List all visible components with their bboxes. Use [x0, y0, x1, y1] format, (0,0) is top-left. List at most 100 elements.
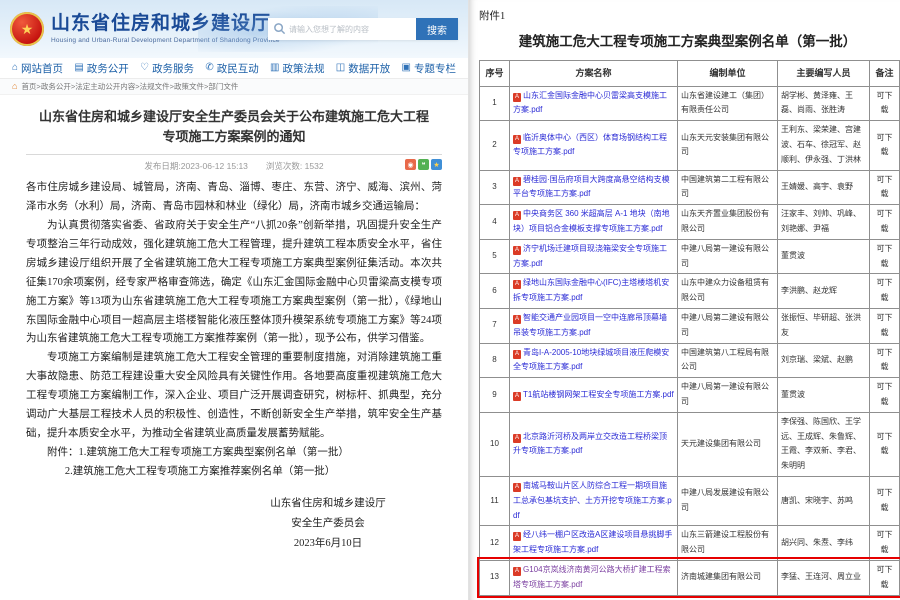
table-row: 9AT1航站楼钢网架工程安全专项施工方案.pdf中建八局第一建设有限公司董贯波可…	[480, 378, 900, 413]
row-number-cell: 8	[480, 343, 510, 378]
article-meta: 发布日期:2023-06-12 15:13浏览次数: 1532 ◉ ❝ ★	[26, 155, 442, 179]
row-number-cell: 3	[480, 170, 510, 205]
compiling-org-cell: 山东省建设建工（集团）有限责任公司	[678, 86, 778, 121]
views-count: 1532	[305, 161, 324, 171]
special-column-icon: ▣	[402, 63, 411, 73]
compiling-org-cell: 中建八局第二建设有限公司	[678, 309, 778, 344]
download-note-cell: 可下载	[870, 343, 900, 378]
table-row: 5A济宁机场迁建项目现浇箱梁安全专项施工方案.pdf中建八局第一建设有限公司董贯…	[480, 239, 900, 274]
plan-pdf-link[interactable]: 临沂奥体中心（西区）体育场钢结构工程专项施工方案.pdf	[513, 133, 667, 157]
plan-name-cell: A青岛I-A-2005-10地块绿城项目液压爬模安全专项施工方案.pdf	[510, 343, 678, 378]
download-note-cell: 可下载	[870, 205, 900, 240]
plan-pdf-link[interactable]: T1航站楼钢网架工程安全专项施工方案.pdf	[523, 390, 674, 399]
table-row: 6A绿地山东国际金融中心(IFC)主塔楼塔机安拆专项施工方案.pdf山东中建众力…	[480, 274, 900, 309]
pdf-file-icon: A	[513, 483, 521, 492]
signature-org-line1: 山东省住房和城乡建设厅	[258, 494, 398, 514]
plan-pdf-link[interactable]: 北京路沂河桥及两岸立交改造工程桥梁顶升专项施工方案.pdf	[513, 432, 667, 456]
table-row: 1A山东汇金国际金融中心贝雷梁高支模施工方案.pdf山东省建设建工（集团）有限责…	[480, 86, 900, 121]
table-row: 7A智能交通产业园项目一空中连廊吊顶幕墙吊装专项施工方案.pdf 中建八局第二建设…	[480, 309, 900, 344]
column-header-note: 备注	[870, 61, 900, 87]
download-note-cell: 可下载	[870, 309, 900, 344]
gov-services-icon: ♡	[140, 63, 149, 73]
pdf-file-icon: A	[513, 315, 521, 324]
authors-cell: 李保强、陈国欣、王学远、王成辉、朱鲁辉、王霞、李双新、李君、朱明明	[778, 412, 870, 476]
page-title: 山东省住房和城乡建设厅安全生产委员会关于公布建筑施工危大工程专项施工方案案例的通…	[34, 107, 434, 147]
interaction-icon: ✆	[205, 63, 213, 73]
site-search: 搜索	[268, 18, 458, 40]
nav-item-services[interactable]: ♡政务服务	[140, 61, 194, 76]
plan-pdf-link[interactable]: 智能交通产业园项目一空中连廊吊顶幕墙吊装专项施工方案.pdf	[513, 313, 667, 337]
search-input[interactable]	[268, 18, 416, 40]
authors-cell: 王利东、梁荣建、宫建波、石车、徐冠军、赵顺利、伊永强、丁洪林	[778, 121, 870, 170]
pdf-file-icon: A	[513, 211, 521, 220]
row-number-cell: 7	[480, 309, 510, 344]
nav-item-label: 网站首页	[21, 61, 63, 76]
breadcrumb[interactable]: ⌂ 首页>政务公开>法定主动公开内容>法规文件>政策文件>部门文件	[0, 79, 468, 95]
case-table: 序号 方案名称 编制单位 主要编写人员 备注 1A山东汇金国际金融中心贝雷梁高支…	[479, 60, 900, 596]
nav-item-open-data[interactable]: ◫数据开放	[336, 61, 390, 76]
pdf-file-icon: A	[513, 392, 521, 401]
download-note-cell: 可下载	[870, 170, 900, 205]
document-title: 建筑施工危大工程专项施工方案典型案例名单（第一批）	[483, 30, 892, 50]
home-icon: ⌂	[12, 63, 18, 73]
signature-date: 2023年6月10日	[258, 534, 398, 554]
download-note-cell: 可下载	[870, 560, 900, 595]
plan-pdf-link[interactable]: 中央商务区 360 米超高层 A-1 地块（南地块）项目铝合金模板支撑专项施工方…	[513, 209, 670, 233]
attachment-line-1: 附件：1.建筑施工危大工程专项施工方案典型案例名单（第一批）	[26, 444, 442, 463]
pdf-file-icon: A	[513, 246, 521, 255]
open-data-icon: ◫	[336, 63, 345, 73]
compiling-org-cell: 济南城建集团有限公司	[678, 560, 778, 595]
authors-cell: 刘京瑞、梁斌、赵鹏	[778, 343, 870, 378]
plan-pdf-link[interactable]: 经八纬一棚户区改造A区建设项目悬挑脚手架工程专项施工方案.pdf	[513, 530, 672, 554]
plan-pdf-link[interactable]: 青岛I-A-2005-10地块绿城项目液压爬模安全专项施工方案.pdf	[513, 348, 669, 372]
site-name-en: Housing and Urban-Rural Development Depa…	[51, 37, 280, 44]
authors-cell: 李洪鹏、赵龙辉	[778, 274, 870, 309]
nav-item-policy[interactable]: ▥政策法规	[270, 61, 324, 76]
plan-pdf-link[interactable]: 绿地山东国际金融中心(IFC)主塔楼塔机安拆专项施工方案.pdf	[513, 278, 669, 302]
wechat-share-icon[interactable]: ❝	[418, 159, 429, 170]
pdf-file-icon: A	[513, 434, 521, 443]
plan-pdf-link[interactable]: G104京岚线济南黄河公路大桥扩建工程索塔专项施工方案.pdf	[513, 565, 671, 589]
download-note-cell: 可下载	[870, 274, 900, 309]
column-header-plan: 方案名称	[510, 61, 678, 87]
table-row: 12A经八纬一棚户区改造A区建设项目悬挑脚手架工程专项施工方案.pdf山东三箭建…	[480, 526, 900, 561]
compiling-org-cell: 山东三箭建设工程股份有限公司	[678, 526, 778, 561]
site-titles: 山东省住房和城乡建设厅 Housing and Urban-Rural Deve…	[51, 14, 280, 44]
attachment-label: 附件1	[479, 8, 896, 23]
plan-name-cell: A山东汇金国际金融中心贝雷梁高支模施工方案.pdf	[510, 86, 678, 121]
plan-pdf-link[interactable]: 济宁机场迁建项目现浇箱梁安全专项施工方案.pdf	[513, 244, 667, 268]
table-row-highlighted: 13AG104京岚线济南黄河公路大桥扩建工程索塔专项施工方案.pdf济南城建集团…	[480, 560, 900, 595]
publish-date: 2023-06-12 15:13	[181, 161, 248, 171]
views-label: 浏览次数:	[266, 161, 302, 171]
plan-pdf-link[interactable]: 碧桂园·国岳府项目大跨度高悬空结构支模平台专项施工方案.pdf	[513, 175, 670, 199]
emblem-star-icon: ★	[21, 22, 34, 36]
row-number-cell: 13	[480, 560, 510, 595]
download-note-cell: 可下载	[870, 476, 900, 525]
compiling-org-cell: 中建八局发展建设有限公司	[678, 476, 778, 525]
row-number-cell: 1	[480, 86, 510, 121]
authors-cell: 董贯波	[778, 239, 870, 274]
search-button[interactable]: 搜索	[416, 18, 458, 40]
download-note-cell: 可下载	[870, 239, 900, 274]
plan-name-cell: A济宁机场迁建项目现浇箱梁安全专项施工方案.pdf	[510, 239, 678, 274]
case-table-body: 1A山东汇金国际金融中心贝雷梁高支模施工方案.pdf山东省建设建工（集团）有限责…	[480, 86, 900, 595]
pdf-file-icon: A	[513, 177, 521, 186]
nav-item-interaction[interactable]: ✆政民互动	[205, 61, 258, 76]
download-note-cell: 可下载	[870, 526, 900, 561]
weibo-share-icon[interactable]: ◉	[405, 159, 416, 170]
nav-item-home[interactable]: ⌂网站首页	[12, 61, 63, 76]
plan-pdf-link[interactable]: 山东汇金国际金融中心贝雷梁高支模施工方案.pdf	[513, 91, 667, 115]
plan-pdf-link[interactable]: 南城马鞍山片区人防综合工程一期项目施工总承包基坑支护、土方开挖专项施工方案.pd…	[513, 481, 672, 520]
row-number-cell: 12	[480, 526, 510, 561]
nav-item-special-columns[interactable]: ▣专题专栏	[402, 61, 456, 76]
plan-name-cell: A碧桂园·国岳府项目大跨度高悬空结构支模平台专项施工方案.pdf	[510, 170, 678, 205]
table-row: 8A青岛I-A-2005-10地块绿城项目液压爬模安全专项施工方案.pdf中国建…	[480, 343, 900, 378]
pdf-file-icon: A	[513, 135, 521, 144]
nav-item-disclosure[interactable]: ▤政务公开	[74, 61, 128, 76]
column-header-org: 编制单位	[678, 61, 778, 87]
plan-name-cell: A临沂奥体中心（西区）体育场钢结构工程专项施工方案.pdf	[510, 121, 678, 170]
plan-name-cell: A绿地山东国际金融中心(IFC)主塔楼塔机安拆专项施工方案.pdf	[510, 274, 678, 309]
site-name: 山东省住房和城乡建设厅	[51, 14, 280, 35]
favorite-share-icon[interactable]: ★	[431, 159, 442, 170]
authors-cell: 胡兴同、朱焘、李纬	[778, 526, 870, 561]
